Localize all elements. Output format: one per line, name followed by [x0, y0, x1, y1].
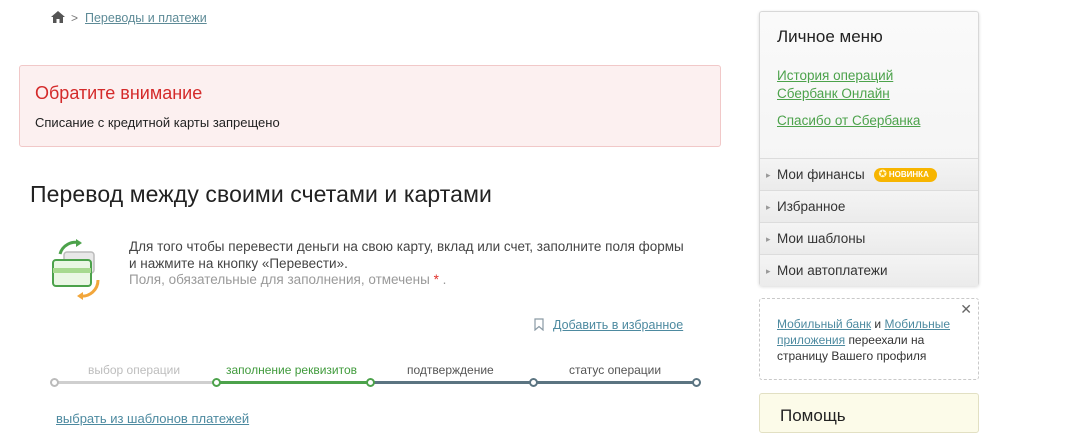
step-label-details: заполнение реквизитов	[226, 363, 358, 377]
required-star: *	[433, 272, 439, 287]
chevron-right-icon: ▸	[766, 266, 771, 276]
page-title: Перевод между своими счетами и картами	[30, 181, 492, 207]
step-dot-1	[50, 378, 59, 387]
new-badge: ✪ НОВИНКА	[874, 168, 937, 183]
chevron-right-icon: ▸	[766, 202, 771, 212]
step-label-confirm: подтверждение	[407, 363, 494, 377]
notice-text: Мобильный банк и Мобильные приложения пе…	[777, 316, 967, 364]
menu-item-label: Мои автоплатежи	[777, 263, 888, 278]
step-dot-5	[692, 378, 701, 387]
menu-item-finances[interactable]: ▸ Мои финансы ✪ НОВИНКА	[760, 158, 978, 190]
chevron-right-icon: ▸	[766, 170, 771, 180]
help-panel: Помощь	[759, 393, 979, 433]
choose-template-link[interactable]: выбрать из шаблонов платежей	[56, 411, 249, 426]
alert-title: Обратите внимание	[35, 83, 203, 103]
required-fields-note: Поля, обязательные для заполнения, отмеч…	[129, 272, 446, 287]
step-dot-4	[529, 378, 538, 387]
help-title: Помощь	[780, 406, 846, 425]
step-dot-2	[212, 378, 221, 387]
mobile-bank-link[interactable]: Мобильный банк	[777, 317, 871, 331]
step-dot-3	[366, 378, 375, 387]
menu-item-label: Мои шаблоны	[777, 231, 866, 246]
add-to-favorites-link[interactable]: Добавить в избранное	[553, 318, 683, 332]
chevron-right-icon: ▸	[766, 234, 771, 244]
info-text: Для того чтобы перевести деньги на свою …	[129, 239, 684, 271]
bookmark-icon[interactable]	[534, 318, 544, 331]
breadcrumb-separator: >	[71, 11, 79, 25]
menu-item-label: Избранное	[777, 199, 846, 214]
menu-item-favorites[interactable]: ▸ Избранное	[760, 190, 978, 222]
notice-and: и	[874, 317, 882, 331]
required-end: .	[442, 272, 447, 287]
spasibo-link[interactable]: Спасибо от Сбербанка	[777, 112, 920, 130]
personal-menu-title: Личное меню	[777, 27, 883, 46]
menu-item-autopayments[interactable]: ▸ Мои автоплатежи	[760, 254, 978, 286]
required-text: Поля, обязательные для заполнения, отмеч…	[129, 272, 430, 287]
home-icon[interactable]	[50, 10, 66, 24]
step-label-select: выбор операции	[88, 363, 181, 377]
menu-item-label: Мои финансы	[777, 167, 865, 182]
step-line-done	[55, 381, 217, 384]
breadcrumb-link-payments[interactable]: Переводы и платежи	[85, 11, 207, 25]
step-line-active	[217, 381, 371, 384]
star-icon: ✪	[878, 169, 887, 181]
menu-item-templates[interactable]: ▸ Мои шаблоны	[760, 222, 978, 254]
transfer-cards-icon	[52, 239, 100, 300]
personal-menu: Личное меню История операций Сбербанк Он…	[759, 11, 979, 286]
new-badge-label: НОВИНКА	[888, 170, 929, 180]
warning-alert: Обратите внимание Списание с кредитной к…	[19, 65, 721, 147]
alert-text: Списание с кредитной карты запрещено	[35, 115, 280, 130]
step-label-status: статус операции	[569, 363, 662, 377]
mobile-bank-notice: ✕ Мобильный банк и Мобильные приложения …	[759, 298, 979, 380]
operations-history-link[interactable]: История операций Сбербанк Онлайн	[777, 67, 937, 103]
